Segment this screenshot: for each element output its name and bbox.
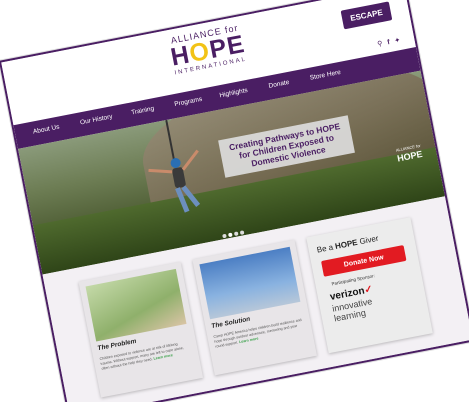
escape-button[interactable]: ESCAPE	[340, 1, 393, 30]
twitter-icon[interactable]: ✦	[394, 37, 401, 45]
giver-hope: HOPE	[334, 237, 359, 252]
nav-item-store[interactable]: Store Here	[309, 69, 341, 82]
nav-item-highlights[interactable]: Highlights	[219, 87, 248, 99]
search-icon[interactable]: ⚲	[377, 40, 383, 48]
problem-card[interactable]: The Problem Children exposed to violence…	[78, 261, 204, 398]
nav-item-our-history[interactable]: Our History	[80, 113, 114, 126]
solution-card[interactable]: The Solution Camp HOPE America helps chi…	[192, 239, 317, 376]
giver-be-a: Be a	[315, 242, 337, 255]
nav-item-about-us[interactable]: About Us	[32, 124, 60, 136]
zipline-person-image	[148, 149, 201, 213]
solution-image	[199, 246, 301, 320]
nav-item-donate[interactable]: Donate	[268, 79, 290, 90]
hope-giver-card: Be a HOPE Giver Donate Now Participating…	[306, 217, 433, 354]
nav-item-training[interactable]: Training	[131, 105, 155, 116]
website-page: ALLIANCE for HOPE INTERNATIONAL ESCAPE A…	[0, 0, 469, 402]
nav-item-programs[interactable]: Programs	[174, 96, 203, 108]
screenshot-stage: ALLIANCE for HOPE INTERNATIONAL ESCAPE A…	[0, 0, 469, 402]
facebook-icon[interactable]: f	[387, 39, 391, 46]
hero-watermark-logo: ALLIANCE for HOPE	[395, 142, 423, 164]
verizon-check-icon: ✓	[363, 283, 374, 297]
giver-word: Giver	[356, 233, 380, 247]
problem-image	[85, 268, 187, 342]
